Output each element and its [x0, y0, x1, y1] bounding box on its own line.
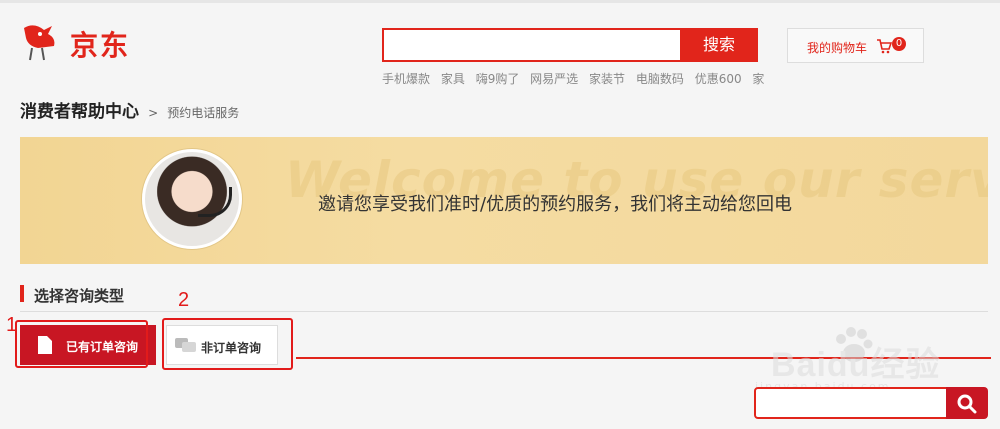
cart-label: 我的购物车 [807, 41, 868, 55]
help-search-button[interactable] [946, 387, 988, 419]
annotation-number-1: 1 [6, 314, 18, 336]
section-title: 选择咨询类型 [34, 287, 125, 305]
help-search-input[interactable] [754, 387, 948, 419]
search-button[interactable]: 搜索 [680, 28, 758, 62]
search-icon [957, 394, 977, 414]
hotword-link[interactable]: 网易严选 [530, 72, 578, 86]
baidu-watermark-brand: Baidu经验 [771, 346, 941, 384]
annotation-box-2 [162, 318, 293, 370]
cart-count-badge: 0 [892, 37, 906, 51]
hotword-link[interactable]: 家具 [441, 72, 465, 86]
shopping-cart-icon [877, 39, 892, 54]
logo-text: 京东 [70, 29, 131, 62]
hotword-link[interactable]: 电脑数码 [636, 72, 684, 86]
breadcrumb-current: 预约电话服务 [167, 106, 240, 120]
breadcrumb: 消费者帮助中心 > 预约电话服务 [20, 97, 239, 122]
annotation-box-1 [15, 320, 148, 368]
section-accent-bar [20, 285, 24, 302]
baidu-watermark: Baidu经验 jingyan.baidu.com [735, 325, 965, 395]
banner-message: 邀请您享受我们准时/优质的预约服务，我们将主动给您回电 [318, 194, 793, 215]
hotword-link[interactable]: 家 [752, 72, 764, 86]
hotword-link[interactable]: 家装节 [589, 72, 625, 86]
jd-logo[interactable]: 京东 [18, 18, 158, 68]
hotword-link[interactable]: 嗨9购了 [476, 72, 520, 86]
cart-button[interactable]: 我的购物车 0 [787, 28, 924, 63]
hotwords-list: 手机爆款 家具 嗨9购了 网易严选 家装节 电脑数码 优惠600 家 [382, 70, 771, 87]
breadcrumb-home[interactable]: 消费者帮助中心 [20, 102, 139, 122]
section-divider [20, 311, 988, 312]
hotword-link[interactable]: 优惠600 [695, 72, 742, 86]
jd-dog-mascot-icon [24, 25, 55, 61]
hotword-link[interactable]: 手机爆款 [382, 72, 430, 86]
service-banner: Welcome to use our services 邀请您享受我们准时/优质… [20, 137, 988, 264]
top-border [0, 0, 1000, 3]
search-input[interactable] [382, 28, 682, 62]
annotation-number-2: 2 [178, 289, 190, 311]
breadcrumb-separator: > [148, 106, 159, 120]
